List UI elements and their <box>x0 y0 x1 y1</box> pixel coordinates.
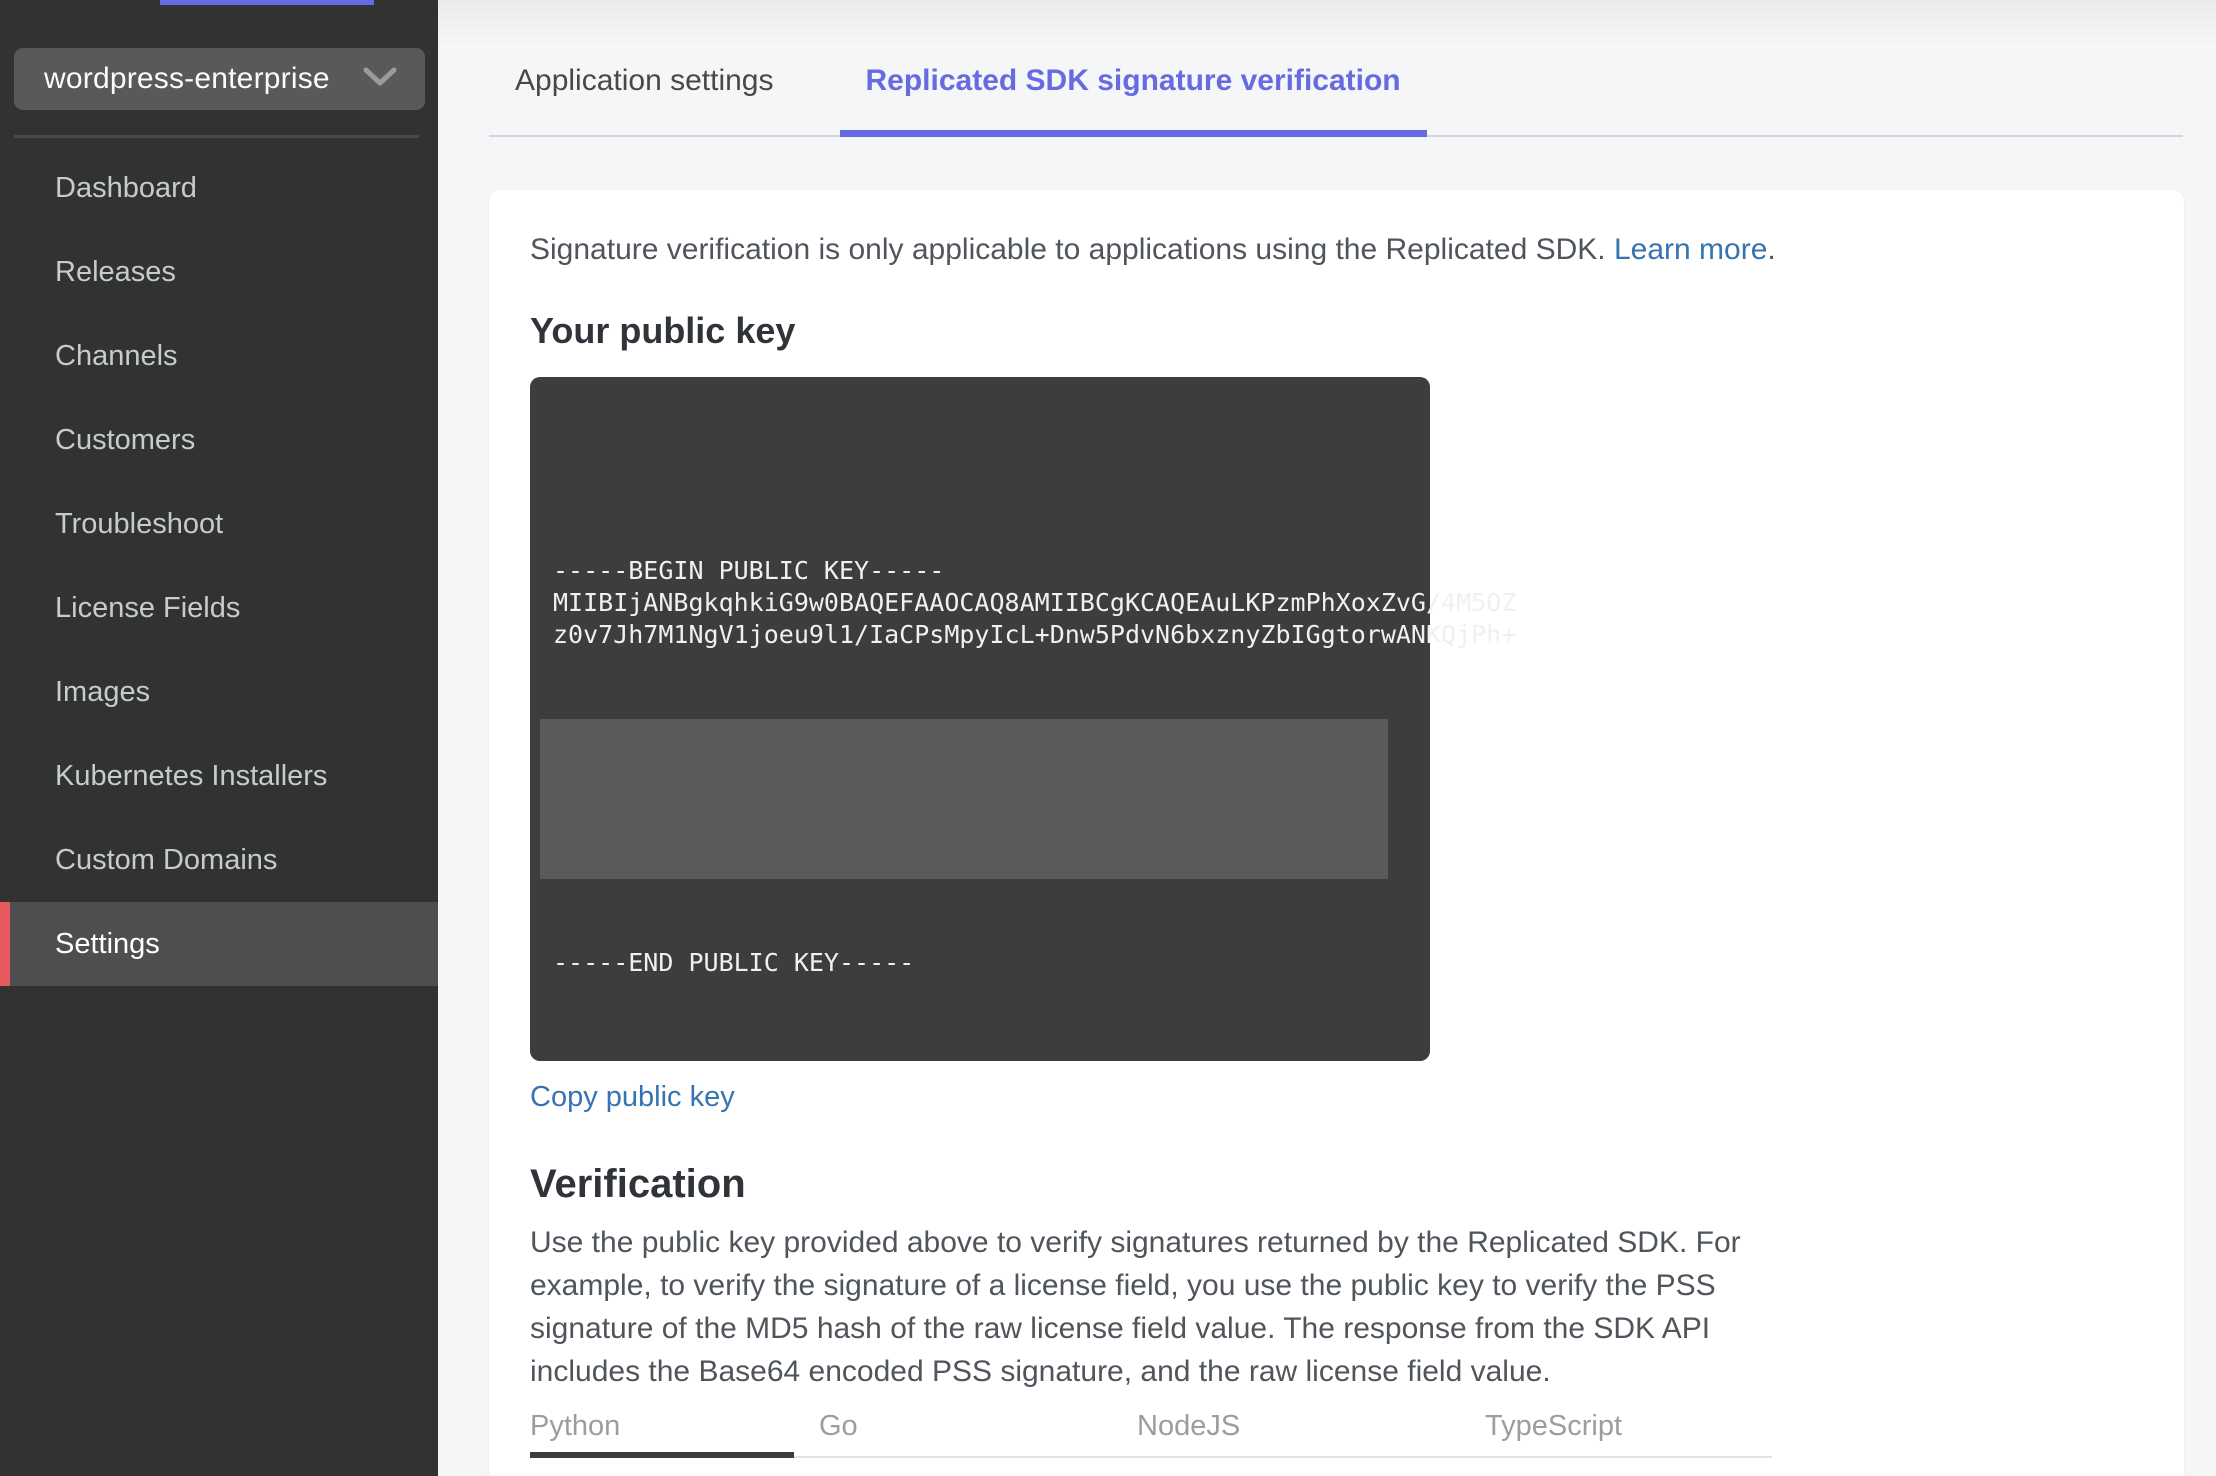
page: wordpress-enterprise Dashboard Releases … <box>0 0 2216 1476</box>
sdk-signature-card: Signature verification is only applicabl… <box>489 190 2184 1476</box>
sidebar-nav-item[interactable]: Dashboard <box>0 146 438 230</box>
public-key-block: -----BEGIN PUBLIC KEY----- MIIBIjANBgkqhk… <box>530 377 1517 1061</box>
sidebar-nav-item-label: Kubernetes Installers <box>55 759 328 792</box>
public-key-line: MIIBIjANBgkqhkiG9w0BAQEFAAOCAQ8AMIIBCgKC… <box>553 588 1517 617</box>
verification-paragraph: Use the public key provided above to ver… <box>530 1226 1741 1388</box>
sidebar-nav-item[interactable]: Releases <box>0 230 438 314</box>
sidebar-nav-item-label: Settings <box>55 927 160 960</box>
sidebar-nav-item[interactable]: License Fields <box>0 566 438 650</box>
code-language-tab[interactable]: NodeJS <box>1137 1410 1240 1443</box>
code-language-tab[interactable]: Python <box>530 1410 620 1443</box>
sidebar-nav-item-label: Releases <box>55 255 176 288</box>
sidebar-nav-item-label: Customers <box>55 423 196 456</box>
intro-text: Signature verification is only applicabl… <box>530 233 1776 266</box>
sidebar-nav-item-label: Custom Domains <box>55 843 278 876</box>
sidebar-nav-item-label: License Fields <box>55 591 241 624</box>
sidebar-nav-item-label: Channels <box>55 339 178 372</box>
settings-tab[interactable]: Replicated SDK signature verification <box>839 32 1427 137</box>
code-language-tab-bar: Go NodeJS TypeScript Python <box>530 1404 1772 1458</box>
public-key-end-line: -----END PUBLIC KEY----- <box>553 948 915 977</box>
app-selector-value: wordpress-enterprise <box>44 62 330 95</box>
app-selector-dropdown[interactable]: wordpress-enterprise <box>14 48 425 110</box>
public-key-lines: -----BEGIN PUBLIC KEY----- MIIBIjANBgkqhk… <box>553 459 1517 651</box>
sidebar-nav-item[interactable]: Customers <box>0 398 438 482</box>
sidebar-nav-item[interactable]: Images <box>0 650 438 734</box>
sidebar: wordpress-enterprise Dashboard Releases … <box>0 0 438 1476</box>
public-key-redaction-overlay <box>540 719 1388 879</box>
copy-public-key-link[interactable]: Copy public key <box>530 1077 735 1117</box>
top-accent-bar <box>160 0 374 5</box>
settings-tab-label: Application settings <box>515 64 774 97</box>
chevron-down-icon <box>363 67 397 92</box>
verification-heading: Verification <box>530 1162 746 1206</box>
sidebar-divider <box>14 135 419 138</box>
code-language-tab[interactable]: Go <box>819 1410 858 1443</box>
content-area: Application settings Replicated SDK sign… <box>438 0 2216 1476</box>
code-language-tab-label: TypeScript <box>1485 1410 1622 1442</box>
code-language-active-underline <box>530 1452 794 1458</box>
sidebar-nav-item[interactable]: Troubleshoot <box>0 482 438 566</box>
sidebar-nav-item-label: Troubleshoot <box>55 507 224 540</box>
settings-tab-bar: Application settings Replicated SDK sign… <box>489 0 2183 137</box>
code-language-tab[interactable]: TypeScript <box>1485 1410 1622 1443</box>
public-key-line: -----BEGIN PUBLIC KEY----- <box>553 556 945 585</box>
public-key-line: z0v7Jh7M1NgV1joeu9l1/IaCPsMpyIcL+Dnw5Pdv… <box>553 620 1517 649</box>
sidebar-nav-item[interactable]: Settings <box>0 902 438 986</box>
public-key-heading: Your public key <box>530 310 796 351</box>
learn-more-link[interactable]: Learn more <box>1614 233 1767 266</box>
code-language-tab-label: Python <box>530 1410 621 1442</box>
sidebar-nav: Dashboard Releases Channels Customers Tr… <box>0 146 438 986</box>
settings-tab-label: Replicated SDK signature verification <box>865 64 1401 97</box>
sidebar-nav-item[interactable]: Kubernetes Installers <box>0 734 438 818</box>
code-language-tab-label: Go <box>819 1410 858 1442</box>
code-language-tab-label: NodeJS <box>1137 1410 1241 1442</box>
settings-tab[interactable]: Application settings <box>489 32 800 137</box>
sidebar-nav-item-label: Images <box>55 675 151 708</box>
sidebar-nav-item[interactable]: Channels <box>0 314 438 398</box>
sidebar-nav-item-label: Dashboard <box>55 171 197 204</box>
sidebar-nav-item[interactable]: Custom Domains <box>0 818 438 902</box>
